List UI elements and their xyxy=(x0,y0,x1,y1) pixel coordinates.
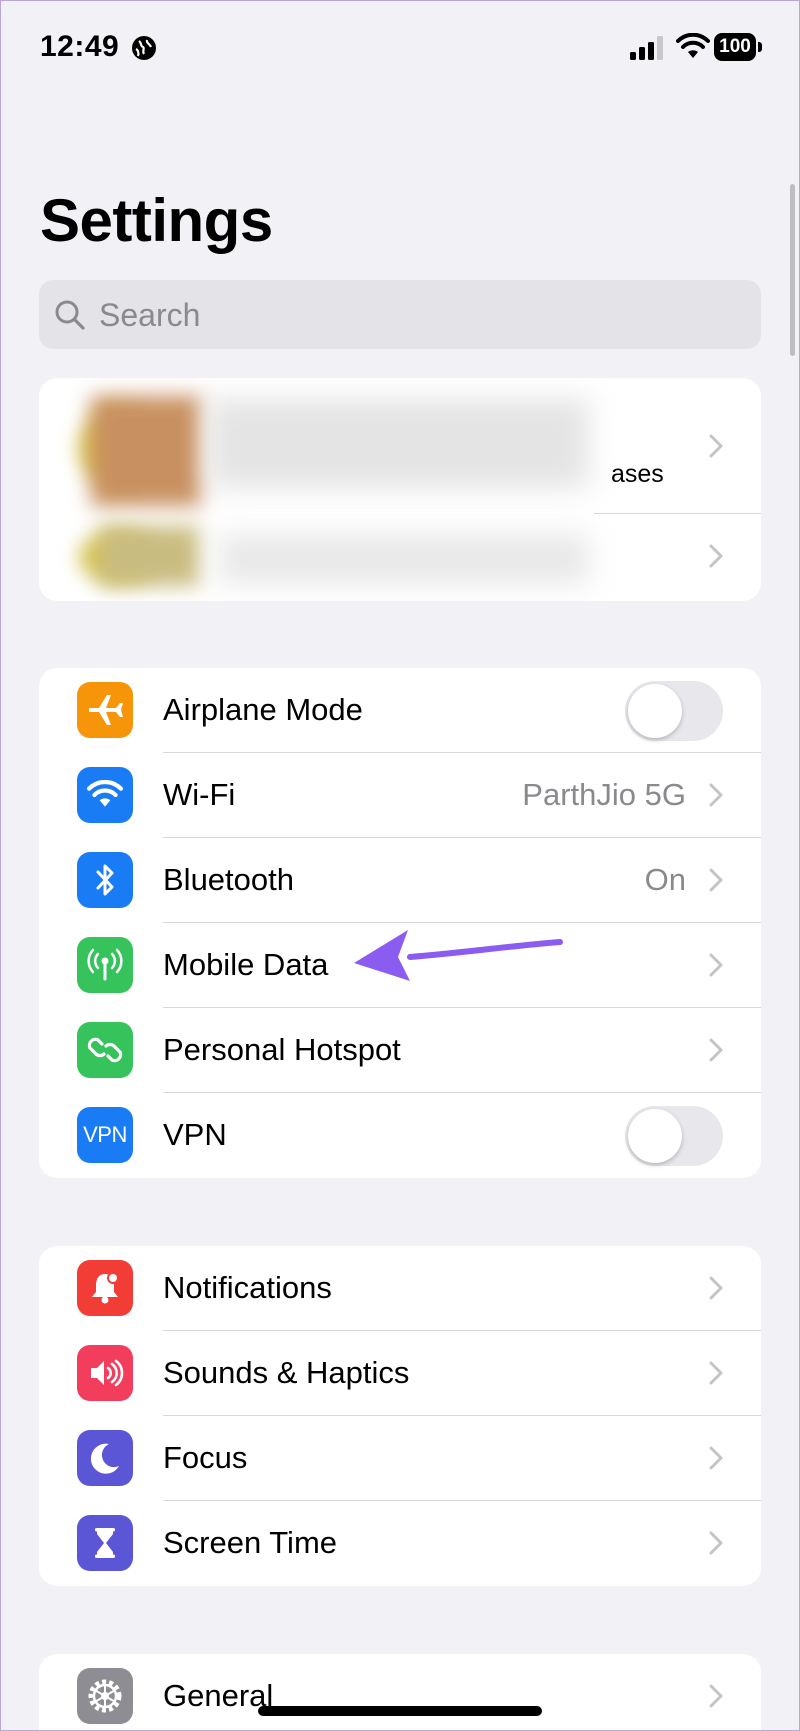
airplane-mode-label: Airplane Mode xyxy=(163,692,363,727)
antenna-icon xyxy=(77,937,133,993)
focus-label: Focus xyxy=(163,1440,248,1475)
chevron-right-icon xyxy=(709,1276,723,1300)
profile-subtitle-fragment: ases xyxy=(611,460,664,488)
scroll-indicator[interactable] xyxy=(790,184,795,356)
airplane-mode-row[interactable]: Airplane Mode xyxy=(39,668,761,753)
speaker-icon xyxy=(77,1345,133,1401)
general-label: General xyxy=(163,1678,274,1713)
notifications-row[interactable]: Notifications xyxy=(39,1246,761,1331)
airplane-icon xyxy=(77,682,133,738)
status-bar: 12:49 100 xyxy=(0,0,800,100)
chevron-right-icon xyxy=(709,1446,723,1470)
chevron-right-icon xyxy=(709,544,723,568)
moon-icon xyxy=(77,1430,133,1486)
notifications-label: Notifications xyxy=(163,1270,332,1305)
general-group: General xyxy=(39,1654,761,1731)
mobile-data-label: Mobile Data xyxy=(163,947,329,982)
chevron-right-icon xyxy=(709,1038,723,1062)
profile-group: ases xyxy=(39,378,761,601)
sounds-haptics-label: Sounds & Haptics xyxy=(163,1355,410,1390)
chevron-right-icon xyxy=(709,783,723,807)
wifi-status-icon xyxy=(676,33,710,58)
home-indicator[interactable] xyxy=(258,1706,542,1716)
battery-level: 100 xyxy=(714,33,756,61)
sounds-haptics-row[interactable]: Sounds & Haptics xyxy=(39,1331,761,1416)
screen-time-row[interactable]: Screen Time xyxy=(39,1501,761,1586)
bluetooth-row[interactable]: Bluetooth On xyxy=(39,838,761,923)
connectivity-group: Airplane Mode Wi-Fi ParthJio 5G Bluetoot… xyxy=(39,668,761,1178)
status-time: 12:49 xyxy=(40,30,120,63)
gear-icon xyxy=(77,1668,133,1724)
bluetooth-status-value: On xyxy=(644,862,686,897)
wifi-row[interactable]: Wi-Fi ParthJio 5G xyxy=(39,753,761,838)
personal-hotspot-row[interactable]: Personal Hotspot xyxy=(39,1008,761,1093)
airplane-mode-toggle[interactable] xyxy=(625,681,723,741)
bell-icon xyxy=(77,1260,133,1316)
vpn-icon: VPN xyxy=(77,1107,133,1163)
bluetooth-icon xyxy=(77,852,133,908)
hotspot-icon xyxy=(77,1022,133,1078)
vpn-row[interactable]: VPN VPN xyxy=(39,1093,761,1178)
chevron-right-icon xyxy=(709,868,723,892)
chevron-right-icon xyxy=(709,1531,723,1555)
globe-icon xyxy=(132,36,156,60)
notifications-group: Notifications Sounds & Haptics Focus Scr… xyxy=(39,1246,761,1586)
annotation-arrow-icon xyxy=(354,930,563,981)
chevron-right-icon xyxy=(709,1361,723,1385)
hourglass-icon xyxy=(77,1515,133,1571)
bluetooth-label: Bluetooth xyxy=(163,862,294,897)
vpn-toggle[interactable] xyxy=(625,1106,723,1166)
apple-id-row[interactable]: ases xyxy=(39,378,761,514)
chevron-right-icon xyxy=(709,1684,723,1708)
search-icon xyxy=(55,300,85,330)
family-row[interactable] xyxy=(39,514,761,601)
chevron-right-icon xyxy=(709,953,723,977)
screen-time-label: Screen Time xyxy=(163,1525,338,1560)
personal-hotspot-label: Personal Hotspot xyxy=(163,1032,401,1067)
wifi-icon xyxy=(77,767,133,823)
search-field[interactable]: Search xyxy=(39,280,761,349)
general-row[interactable]: General xyxy=(39,1654,761,1731)
cellular-signal-icon xyxy=(630,36,663,60)
page-title: Settings xyxy=(40,187,273,254)
chevron-right-icon xyxy=(709,434,723,458)
focus-row[interactable]: Focus xyxy=(39,1416,761,1501)
vpn-label: VPN xyxy=(163,1117,227,1152)
search-placeholder: Search xyxy=(99,297,201,333)
battery-icon: 100 xyxy=(714,33,762,61)
wifi-network-value: ParthJio 5G xyxy=(522,777,686,812)
wifi-label: Wi-Fi xyxy=(163,777,236,812)
